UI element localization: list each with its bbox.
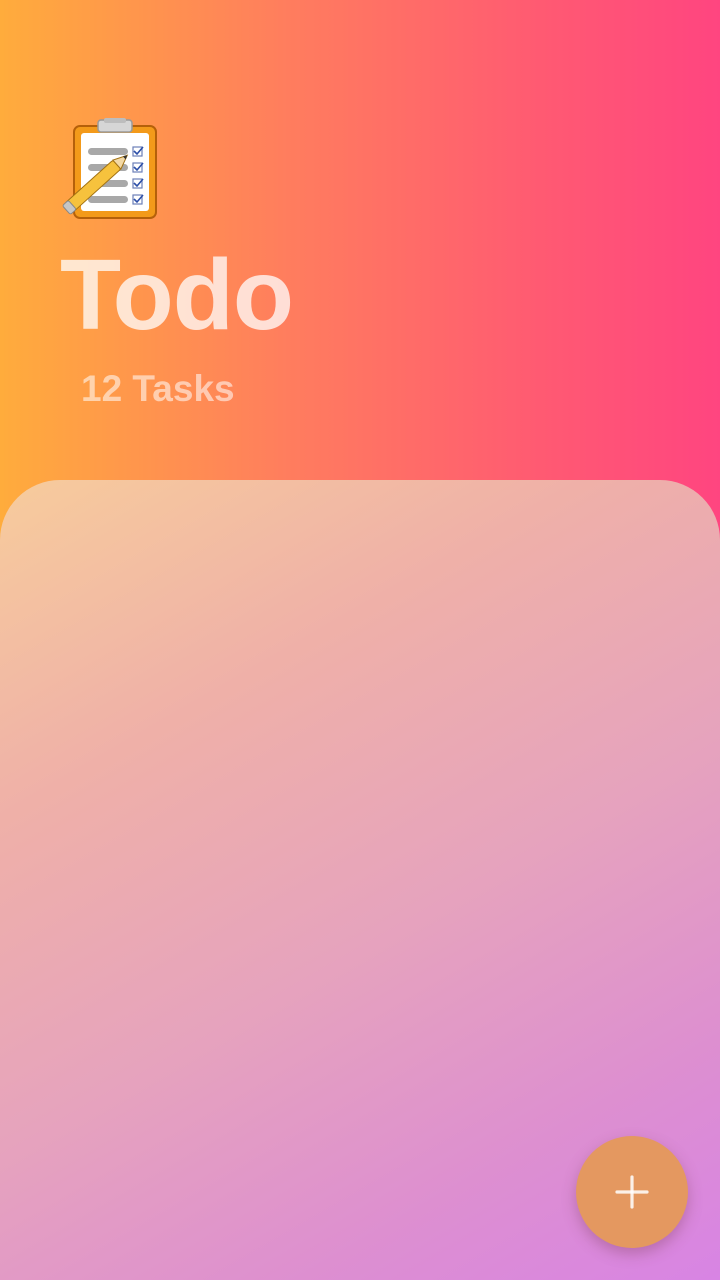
todo-screen: Todo 12 Tasks [0, 0, 720, 1280]
clipboard-checklist-icon [62, 118, 158, 222]
task-count-label: 12 Tasks [81, 368, 235, 409]
plus-icon [615, 1175, 649, 1209]
add-task-button[interactable] [576, 1136, 688, 1248]
page-title: Todo [60, 239, 294, 351]
